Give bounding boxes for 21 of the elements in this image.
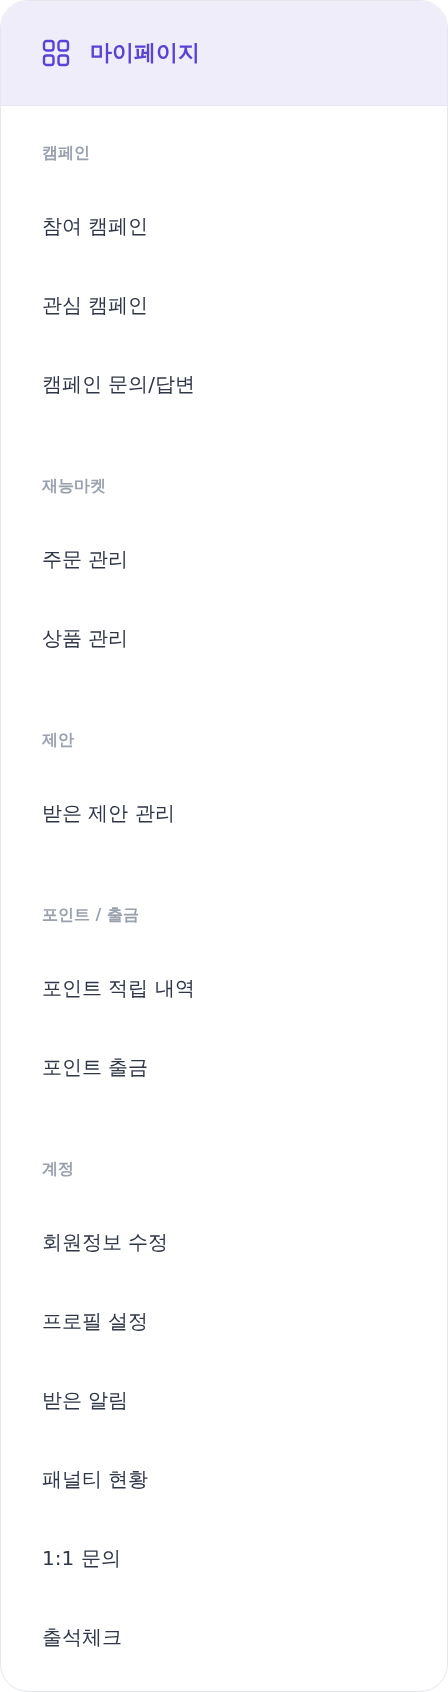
menu-item[interactable]: 패널티 현황 [42, 1440, 149, 1519]
menu-item[interactable]: 참여 캠페인 [42, 187, 149, 266]
menu-item[interactable]: 받은 알림 [42, 1361, 129, 1440]
menu-item[interactable]: 포인트 출금 [42, 1028, 149, 1107]
section-label: 제안 [42, 730, 74, 750]
menu-item[interactable]: 출석체크 [42, 1598, 122, 1677]
section-label: 포인트 / 출금 [42, 905, 139, 925]
menu-item[interactable]: 상품 관리 [42, 599, 129, 678]
menu-title: 마이페이지 [90, 39, 200, 67]
menu-item[interactable]: 캠페인 문의/답변 [42, 345, 196, 424]
menu-item[interactable]: 주문 관리 [42, 520, 129, 599]
section-label: 계정 [42, 1159, 74, 1179]
menu-item[interactable]: 관심 캠페인 [42, 266, 149, 345]
menu-item[interactable]: 회원정보 수정 [42, 1203, 169, 1282]
grid-icon [42, 39, 70, 67]
menu-item[interactable]: 프로필 설정 [42, 1282, 149, 1361]
section-label: 캠페인 [42, 143, 90, 163]
section-label: 재능마켓 [42, 476, 106, 496]
menu-item[interactable]: 1:1 문의 [42, 1519, 121, 1598]
menu-item[interactable]: 포인트 적립 내역 [42, 949, 195, 1028]
menu-item[interactable]: 받은 제안 관리 [42, 774, 175, 853]
